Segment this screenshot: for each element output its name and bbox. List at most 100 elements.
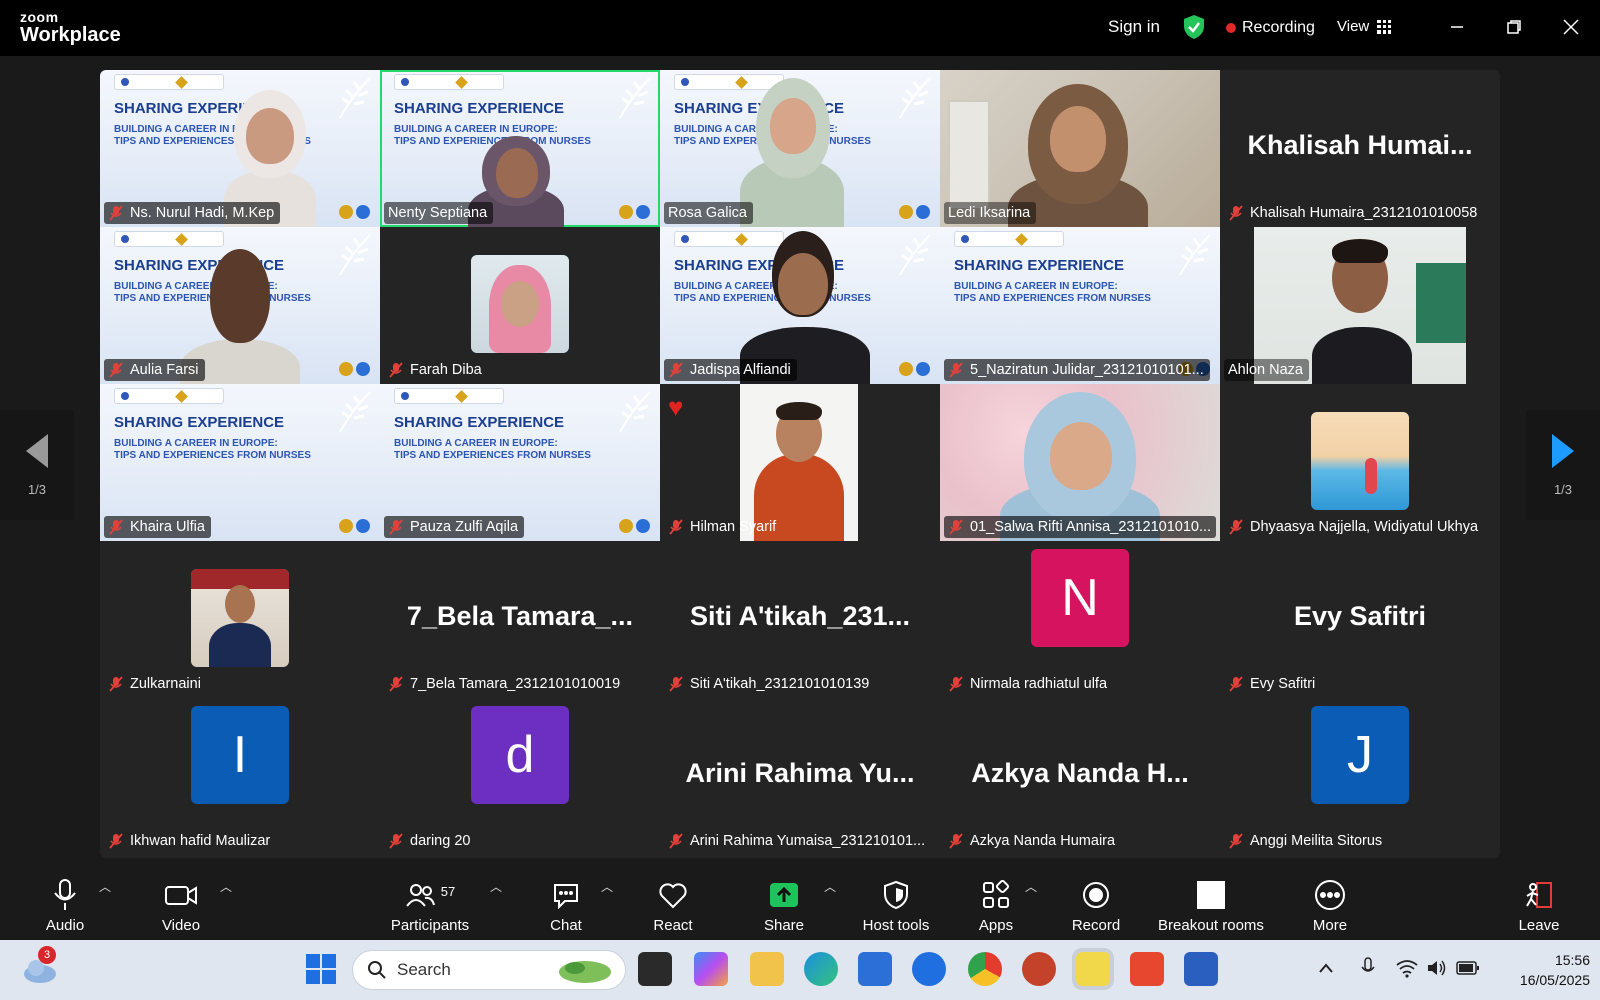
clock-date: 16/05/2025 <box>1519 972 1590 988</box>
zoom-app-icon[interactable] <box>912 952 946 986</box>
participant-name: Khaira Ulfia <box>104 516 211 538</box>
view-label: View <box>1337 18 1370 35</box>
microphone-icon <box>54 879 76 910</box>
word-icon[interactable] <box>1184 952 1218 986</box>
restore-icon <box>1507 20 1521 34</box>
share-options-caret[interactable]: ︿ <box>824 878 836 895</box>
recording-indicator[interactable]: Recording <box>1226 19 1315 37</box>
record-button[interactable]: Record <box>1070 868 1122 940</box>
slide-subtitle: BUILDING A CAREER IN EUROPE:TIPS AND EXP… <box>394 438 591 461</box>
share-screen-icon <box>770 883 798 907</box>
participant-display-name: Siti A'tikah_231... <box>689 601 910 631</box>
prev-page-button[interactable]: 1/3 <box>0 410 74 520</box>
participant-tile[interactable]: Arini Rahima Yu... Arini Rahima Yumaisa_… <box>660 698 940 855</box>
participant-tile[interactable]: 7_Bela Tamara_... 7_Bela Tamara_23121010… <box>380 541 660 698</box>
next-page-button[interactable]: 1/3 <box>1526 410 1600 520</box>
breakout-rooms-button[interactable]: Breakout rooms <box>1154 868 1268 940</box>
copilot-icon[interactable] <box>694 952 728 986</box>
audio-button[interactable]: Audio <box>40 868 90 940</box>
apps-button[interactable]: Apps <box>972 868 1020 940</box>
sign-in-button[interactable]: Sign in <box>1108 17 1160 37</box>
audio-options-caret[interactable]: ︿ <box>99 878 111 895</box>
chat-button[interactable]: Chat <box>544 868 588 940</box>
participant-tile[interactable]: Khalisah Humai... Khalisah Humaira_23121… <box>1220 70 1500 227</box>
powerpoint-icon[interactable] <box>1022 952 1056 986</box>
participant-tile[interactable]: SHARING EXPERIENCE BUILDING A CAREER IN … <box>100 384 380 541</box>
participant-tile[interactable]: SHARING EXPERIENCE BUILDING A CAREER IN … <box>100 70 380 227</box>
taskbar-search-input[interactable]: Search <box>352 950 626 990</box>
participant-name: daring 20 <box>384 830 476 852</box>
participants-icon <box>405 884 435 907</box>
muted-mic-icon <box>1229 833 1243 849</box>
participant-tile-active-speaker[interactable]: SHARING EXPERIENCE BUILDING A CAREER IN … <box>380 70 660 227</box>
participant-name: Dhyaasya Najjella, Widiyatul Ukhya <box>1224 516 1484 538</box>
sticky-notes-icon[interactable] <box>1072 948 1114 990</box>
slide-title: SHARING EXPERIENCE <box>114 414 285 431</box>
participant-tile[interactable]: SHARING EXPERIENCE BUILDING A CAREER IN … <box>940 227 1220 384</box>
participant-tile[interactable]: Siti A'tikah_231... Siti A'tikah_2312101… <box>660 541 940 698</box>
participant-tile[interactable]: SHARING EXPERIENCE BUILDING A CAREER IN … <box>660 70 940 227</box>
grid-icon <box>1377 19 1392 34</box>
participant-tile[interactable]: d daring 20 <box>380 698 660 855</box>
slide-title: SHARING EXPERIENCE <box>394 100 565 117</box>
participant-tile[interactable]: Evy Safitri Evy Safitri <box>1220 541 1500 698</box>
share-screen-button[interactable]: Share <box>758 868 810 940</box>
participant-tile[interactable]: Ledi Iksarina <box>940 70 1220 227</box>
participant-name: Jadispa Alfiandi <box>664 359 797 381</box>
participant-tile[interactable]: SHARING EXPERIENCE BUILDING A CAREER IN … <box>380 384 660 541</box>
participants-options-caret[interactable]: ︿ <box>490 878 502 895</box>
apps-options-caret[interactable]: ︿ <box>1025 878 1037 895</box>
acrobat-icon[interactable] <box>1130 952 1164 986</box>
leaf-decoration-icon <box>339 391 371 433</box>
security-shield-icon[interactable] <box>1183 14 1205 40</box>
more-button[interactable]: More <box>1308 868 1352 940</box>
muted-mic-icon <box>389 676 403 692</box>
muted-mic-icon <box>1229 205 1243 221</box>
leave-button[interactable]: Leave <box>1516 868 1562 940</box>
participant-tile[interactable]: SHARING EXPERIENCE BUILDING A CAREER IN … <box>660 227 940 384</box>
host-tools-button[interactable]: Host tools <box>856 868 936 940</box>
participant-name: Ahlon Naza <box>1224 359 1309 381</box>
close-button[interactable] <box>1558 14 1584 40</box>
view-button[interactable]: View <box>1337 18 1392 35</box>
participant-name: Anggi Meilita Sitorus <box>1224 830 1388 852</box>
participant-tile[interactable]: Zulkarnaini <box>100 541 380 698</box>
minimize-icon <box>1451 26 1463 28</box>
leaf-decoration-icon <box>1179 234 1211 276</box>
participant-tile[interactable]: N Nirmala radhiatul ulfa <box>940 541 1220 698</box>
leaf-decoration-icon <box>339 234 371 276</box>
chrome-browser-icon[interactable] <box>968 952 1002 986</box>
participant-name: 7_Bela Tamara_2312101010019 <box>384 673 626 695</box>
participants-button[interactable]: 57 Participants <box>388 868 472 940</box>
wifi-icon[interactable] <box>1396 958 1418 978</box>
video-options-caret[interactable]: ︿ <box>220 878 232 895</box>
participants-count: 57 <box>440 883 456 899</box>
edge-browser-icon[interactable] <box>804 952 838 986</box>
participant-tile[interactable]: Dhyaasya Najjella, Widiyatul Ukhya <box>1220 384 1500 541</box>
participant-tile[interactable]: Azkya Nanda H... Azkya Nanda Humaira <box>940 698 1220 855</box>
participant-tile[interactable]: Ahlon Naza <box>1220 227 1500 384</box>
participant-name: Siti A'tikah_2312101010139 <box>664 673 875 695</box>
microsoft-store-icon[interactable] <box>858 952 892 986</box>
participant-tile[interactable]: SHARING EXPERIENCE BUILDING A CAREER IN … <box>100 227 380 384</box>
participant-tile[interactable]: 01_Salwa Rifti Annisa_2312101010... <box>940 384 1220 541</box>
slide-logos <box>339 519 370 533</box>
minimize-button[interactable] <box>1444 14 1470 40</box>
participant-tile[interactable]: ♥ Hilman Syarif <box>660 384 940 541</box>
microphone-tray-icon[interactable] <box>1360 956 1376 980</box>
system-clock[interactable]: 15:56 16/05/2025 <box>1520 950 1590 990</box>
windows-start-icon[interactable] <box>306 954 336 984</box>
participant-tile[interactable]: I Ikhwan hafid Maulizar <box>100 698 380 855</box>
task-view-icon[interactable] <box>638 952 672 986</box>
restore-button[interactable] <box>1501 14 1527 40</box>
video-button[interactable]: Video <box>156 868 206 940</box>
battery-icon[interactable] <box>1456 960 1480 976</box>
chevron-up-icon[interactable] <box>1318 962 1334 974</box>
participant-tile[interactable]: J Anggi Meilita Sitorus <box>1220 698 1500 855</box>
participant-tile[interactable]: Farah Diba <box>380 227 660 384</box>
volume-icon[interactable] <box>1426 958 1448 978</box>
react-button[interactable]: React <box>648 868 698 940</box>
leaf-decoration-icon <box>619 391 651 433</box>
chat-options-caret[interactable]: ︿ <box>601 878 613 895</box>
file-explorer-icon[interactable] <box>750 952 784 986</box>
